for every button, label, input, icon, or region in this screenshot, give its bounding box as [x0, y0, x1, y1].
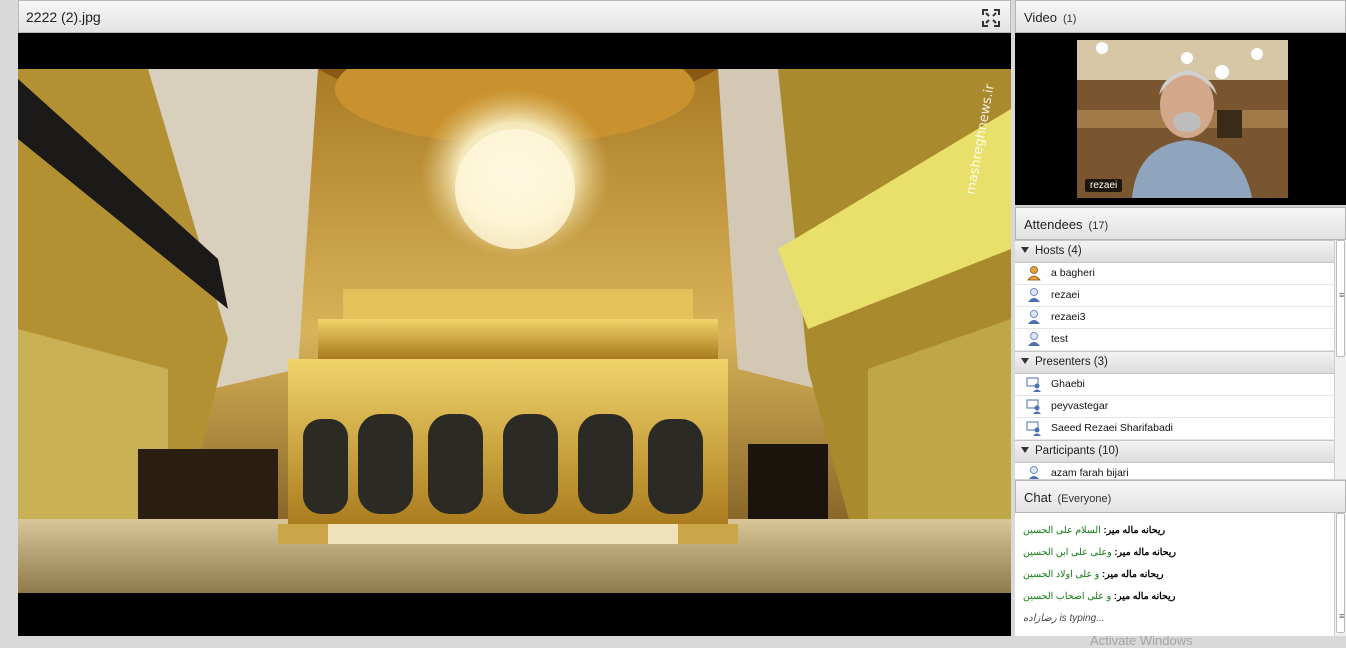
attendee-row[interactable]: peyvastegar — [1015, 396, 1334, 418]
attendee-row[interactable]: Ghaebi — [1015, 374, 1334, 396]
chat-pod: Chat (Everyone) ریحانه ماله میر: السلام ع… — [1015, 480, 1346, 648]
share-pod-header: 2222 (2).jpg — [18, 0, 1011, 33]
attendees-pod-title: Attendees (17) — [1024, 217, 1109, 232]
attendees-pod-header: Attendees (17) — [1015, 207, 1346, 240]
chat-scroll-thumb[interactable]: ≡ — [1336, 513, 1345, 633]
host-user-icon — [1027, 266, 1041, 281]
presenter-icon — [1026, 377, 1041, 392]
collapse-triangle-icon — [1021, 358, 1029, 364]
presenter-icon — [1026, 399, 1041, 414]
group-header-presenters[interactable]: Presenters (3) — [1015, 351, 1334, 374]
host-user-icon — [1028, 310, 1040, 324]
attendee-row[interactable]: rezaei3 — [1015, 307, 1334, 329]
speaker-name-label: rezaei — [1085, 179, 1123, 192]
chat-messages: ریحانه ماله میر: السلام علی الحسین ریحان… — [1015, 513, 1334, 648]
attendee-row[interactable]: Saeed Rezaei Sharifabadi — [1015, 418, 1334, 440]
webcam-video[interactable]: rezaei — [1077, 40, 1288, 198]
presenter-icon — [1026, 421, 1041, 436]
chat-message: ریحانه ماله میر: و علی اصحاب الحسین — [1023, 591, 1176, 602]
collapse-triangle-icon — [1021, 447, 1029, 453]
chat-scrollbar[interactable]: ≡ — [1334, 513, 1346, 636]
attendee-row[interactable]: a bagheri — [1015, 263, 1334, 285]
attendee-scrollbar[interactable]: ≡ — [1334, 240, 1346, 479]
chat-message: ریحانه ماله میر: وعلی علی ابن الحسین — [1023, 547, 1176, 558]
attendee-scroll-thumb[interactable]: ≡ — [1336, 240, 1345, 357]
group-header-hosts[interactable]: Hosts (4) — [1015, 240, 1334, 263]
collapse-triangle-icon — [1021, 247, 1029, 253]
host-user-icon — [1028, 332, 1040, 346]
chat-message: ریحانه ماله میر: و علی اولاد الحسین — [1023, 569, 1164, 580]
shared-image: mashreghnews.ir — [18, 69, 1011, 593]
host-user-icon — [1028, 288, 1040, 302]
attendee-list: Hosts (4) a bagheri rezaei rezaei3 test … — [1015, 240, 1334, 479]
attendees-pod: Attendees (17) Hosts (4) a bagheri rezaei… — [1015, 207, 1346, 479]
video-pod: Video (1) rezaei — [1015, 0, 1346, 205]
activate-windows-overlay: Activate Windows — [1090, 633, 1193, 648]
share-pod-title: 2222 (2).jpg — [26, 9, 101, 25]
share-pod: 2222 (2).jpg mashreghnews.ir — [18, 0, 1011, 636]
chat-pod-title: Chat (Everyone) — [1024, 490, 1112, 505]
attendee-row[interactable]: azam farah bijari — [1015, 463, 1334, 479]
participant-user-icon — [1028, 466, 1040, 479]
video-pod-title: Video (1) — [1024, 10, 1077, 25]
attendee-row[interactable]: rezaei — [1015, 285, 1334, 307]
chat-pod-header: Chat (Everyone) — [1015, 480, 1346, 513]
attendee-row[interactable]: test — [1015, 329, 1334, 351]
scroll-grip-icon: ≡ — [1339, 611, 1345, 621]
right-column: Video (1) rezaei Attendees (17) Hosts (4… — [1015, 0, 1346, 648]
scroll-grip-icon: ≡ — [1339, 290, 1345, 300]
group-header-participants[interactable]: Participants (10) — [1015, 440, 1334, 463]
chat-message: ریحانه ماله میر: السلام علی الحسین — [1023, 525, 1166, 536]
typing-indicator: رضازاده is typing... — [1023, 613, 1105, 624]
video-pod-header: Video (1) — [1015, 0, 1346, 33]
fullscreen-icon[interactable] — [982, 9, 1000, 27]
